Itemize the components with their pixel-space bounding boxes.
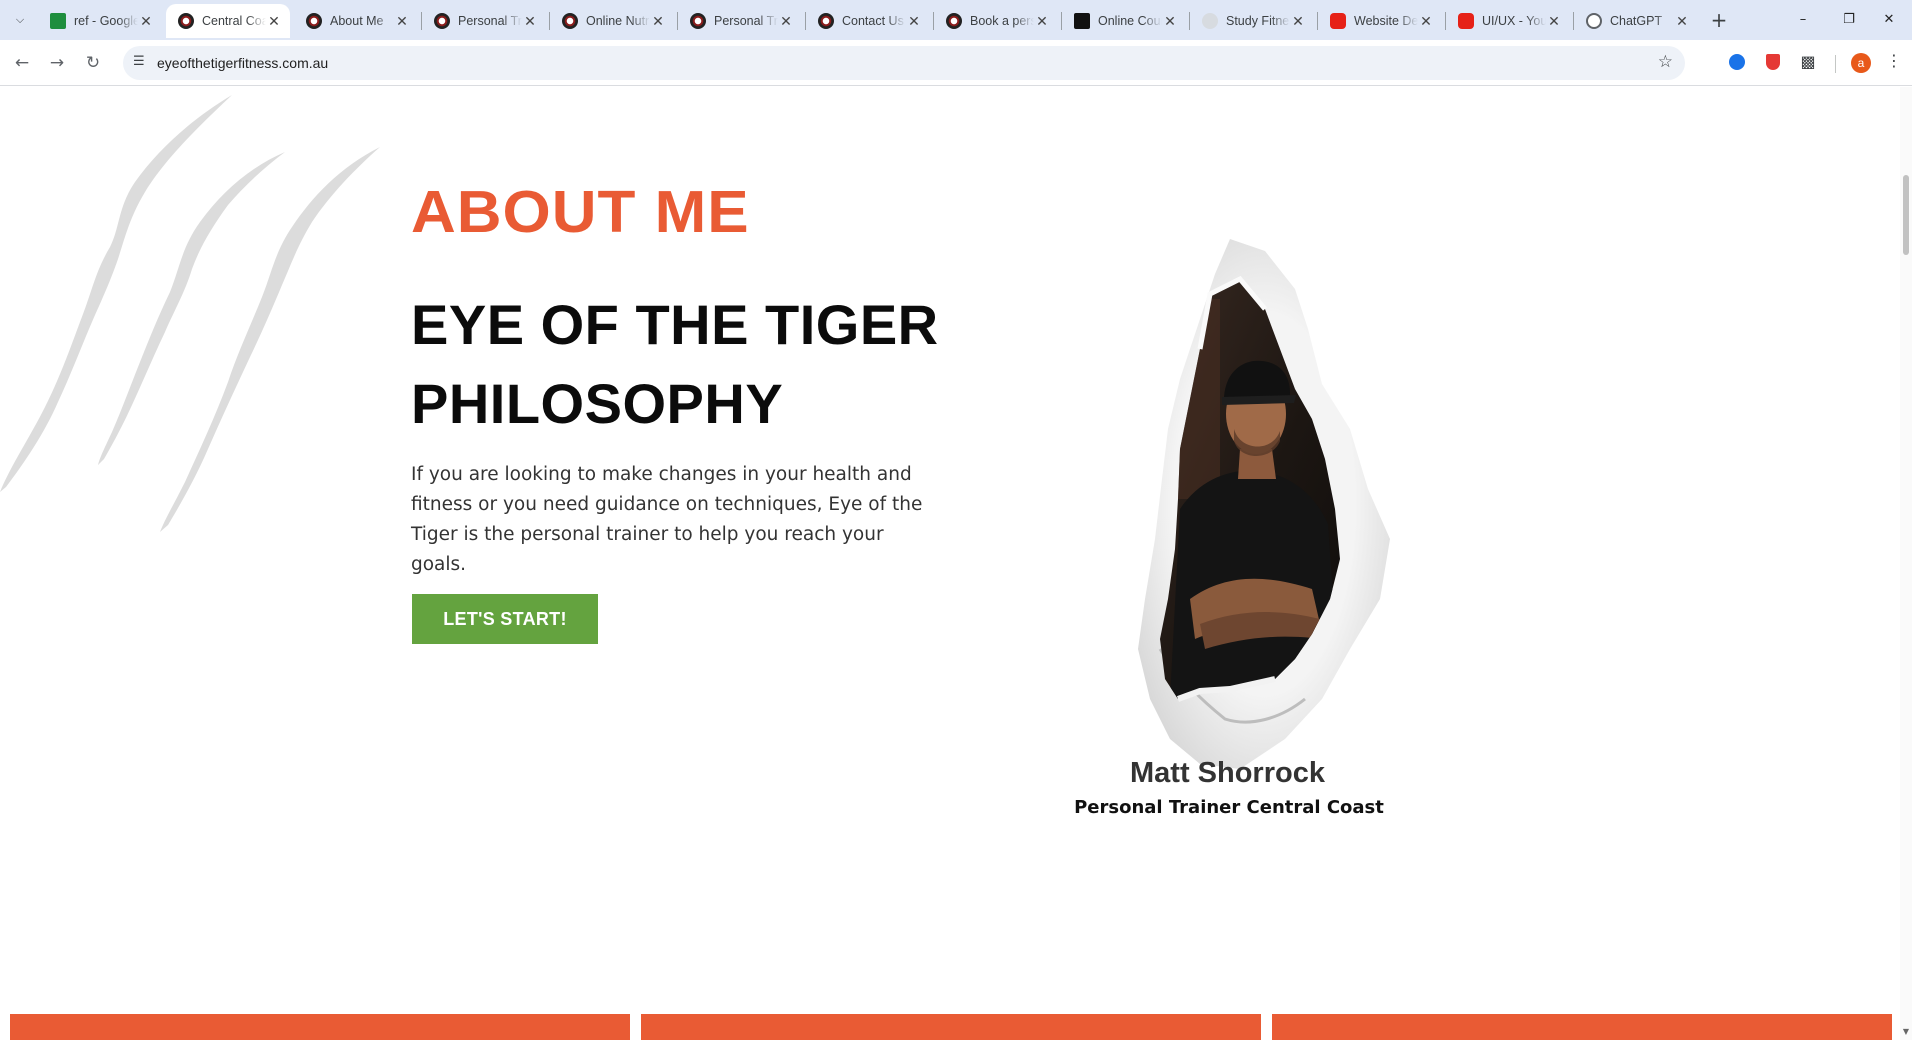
youtube-icon xyxy=(1458,13,1474,29)
tiger-site-icon xyxy=(434,13,450,29)
tiger-site-icon xyxy=(946,13,962,29)
browser-tab[interactable]: Website Design✕ xyxy=(1318,4,1442,38)
tab-separator xyxy=(1061,12,1062,30)
tab-separator xyxy=(677,12,678,30)
tiger-site-icon xyxy=(306,13,322,29)
tab-separator xyxy=(421,12,422,30)
page-scrollbar[interactable]: ▼ xyxy=(1900,87,1912,1040)
tab-separator xyxy=(1317,12,1318,30)
tab-close-icon[interactable]: ✕ xyxy=(650,13,666,30)
tab-close-icon[interactable]: ✕ xyxy=(1034,13,1050,30)
browser-tab[interactable]: Personal Training✕ xyxy=(422,4,546,38)
tab-title: Central Coast xyxy=(202,14,266,28)
section-eyebrow-heading: ABOUT ME xyxy=(411,179,750,246)
tab-title: Online Nutrition xyxy=(586,14,650,28)
back-arrow-icon[interactable]: ← xyxy=(8,49,36,77)
tab-title: Contact Us xyxy=(842,14,904,28)
tab-close-icon[interactable]: ✕ xyxy=(1290,13,1306,30)
tab-close-icon[interactable]: ✕ xyxy=(1418,13,1434,30)
tab-close-icon[interactable]: ✕ xyxy=(138,13,154,30)
browser-menu-icon[interactable]: ⋮ xyxy=(1886,51,1902,70)
tab-title: About Me xyxy=(330,14,384,28)
lets-start-button[interactable]: LET'S START! xyxy=(412,594,598,644)
feature-cards-row xyxy=(0,1014,1912,1040)
tab-close-icon[interactable]: ✕ xyxy=(778,13,794,30)
feature-card-3[interactable] xyxy=(1272,1014,1892,1040)
forward-arrow-icon[interactable]: → xyxy=(43,49,71,77)
tab-separator xyxy=(805,12,806,30)
feature-card-2[interactable] xyxy=(641,1014,1261,1040)
tab-title: UI/UX - YouTube xyxy=(1482,14,1546,28)
study-icon xyxy=(1202,13,1218,29)
browser-toolbar: ← → ↻ ☰ eyeofthetigerfitness.com.au ☆ ▩ … xyxy=(0,40,1912,86)
tab-close-icon[interactable]: ✕ xyxy=(1546,13,1562,30)
tab-separator xyxy=(1189,12,1190,30)
tab-title: ref - Google Sheets xyxy=(74,14,138,28)
scroll-down-arrow-icon[interactable]: ▼ xyxy=(1901,1027,1911,1036)
browser-tab[interactable]: Online Nutrition✕ xyxy=(550,4,674,38)
tab-close-icon[interactable]: ✕ xyxy=(1162,13,1178,30)
tiger-site-icon xyxy=(562,13,578,29)
black-square-icon xyxy=(1074,13,1090,29)
close-window-icon[interactable]: ✕ xyxy=(1866,6,1912,34)
browser-tab[interactable]: Study Fitness✕ xyxy=(1190,4,1314,38)
profile-avatar[interactable]: a xyxy=(1851,53,1871,73)
headline-line-1: EYE OF THE TIGER xyxy=(411,293,939,356)
browser-tab[interactable]: ChatGPT ✕ xyxy=(1574,4,1698,38)
extensions-puzzle-icon[interactable]: ▩ xyxy=(1797,51,1819,73)
new-tab-plus-icon[interactable]: + xyxy=(1706,8,1732,34)
minimize-icon[interactable]: – xyxy=(1780,6,1826,34)
page-viewport: ABOUT ME EYE OF THE TIGER PHILOSOPHY If … xyxy=(0,87,1912,1040)
bookmark-star-icon[interactable]: ☆ xyxy=(1658,52,1673,72)
tab-title: Book a personal xyxy=(970,14,1034,28)
browser-tab[interactable]: ref - Google Sheets✕ xyxy=(38,4,162,38)
extension-shield-icon[interactable] xyxy=(1762,51,1784,73)
browser-tab[interactable]: Central Coast✕ xyxy=(166,4,290,38)
chatgpt-icon xyxy=(1586,13,1602,29)
url-text[interactable]: eyeofthetigerfitness.com.au xyxy=(157,55,328,71)
browser-tab[interactable]: About Me ✕ xyxy=(294,4,418,38)
trainer-name: Matt Shorrock xyxy=(1130,757,1325,789)
trainer-role: Personal Trainer Central Coast xyxy=(1074,797,1384,818)
tiger-site-icon xyxy=(690,13,706,29)
extension-blue-icon[interactable] xyxy=(1726,51,1748,73)
page-title: EYE OF THE TIGER PHILOSOPHY xyxy=(411,285,971,443)
sheets-icon xyxy=(50,13,66,29)
toolbar-divider xyxy=(1835,55,1836,73)
tab-title: Personal Training xyxy=(714,14,778,28)
address-bar[interactable]: ☰ eyeofthetigerfitness.com.au ☆ xyxy=(123,46,1685,80)
tab-separator xyxy=(933,12,934,30)
youtube-icon xyxy=(1330,13,1346,29)
tab-title: Online Course xyxy=(1098,14,1162,28)
browser-tab[interactable]: Contact Us ✕ xyxy=(806,4,930,38)
tab-separator xyxy=(549,12,550,30)
tab-close-icon[interactable]: ✕ xyxy=(522,13,538,30)
tab-separator xyxy=(1573,12,1574,30)
tiger-site-icon xyxy=(178,13,194,29)
tab-separator xyxy=(1445,12,1446,30)
trainer-portrait-image xyxy=(1138,239,1390,769)
site-settings-icon[interactable]: ☰ xyxy=(133,54,145,69)
headline-line-2: PHILOSOPHY xyxy=(411,372,784,435)
feature-card-1[interactable] xyxy=(10,1014,630,1040)
tab-search-chevron-icon[interactable]: ⌵ xyxy=(8,8,32,32)
browser-tab[interactable]: Book a personal✕ xyxy=(934,4,1058,38)
browser-tab[interactable]: UI/UX - YouTube✕ xyxy=(1446,4,1570,38)
tab-title: Personal Training xyxy=(458,14,522,28)
tab-title: Study Fitness xyxy=(1226,14,1290,28)
intro-paragraph: If you are looking to make changes in yo… xyxy=(411,464,923,575)
claw-marks-decoration-icon xyxy=(0,95,380,532)
tiger-site-icon xyxy=(818,13,834,29)
tab-close-icon[interactable]: ✕ xyxy=(394,13,410,30)
browser-tab[interactable]: Personal Training✕ xyxy=(678,4,802,38)
tab-close-icon[interactable]: ✕ xyxy=(906,13,922,30)
tab-title: ChatGPT xyxy=(1610,14,1663,28)
reload-icon[interactable]: ↻ xyxy=(79,49,107,77)
tab-close-icon[interactable]: ✕ xyxy=(1674,13,1690,30)
tab-title: Website Design xyxy=(1354,14,1418,28)
browser-tab[interactable]: Online Course✕ xyxy=(1062,4,1186,38)
scrollbar-thumb[interactable] xyxy=(1903,175,1909,255)
tab-close-icon[interactable]: ✕ xyxy=(266,13,282,30)
tab-strip: ⌵ ref - Google Sheets✕Central Coast✕Abou… xyxy=(0,0,1912,40)
